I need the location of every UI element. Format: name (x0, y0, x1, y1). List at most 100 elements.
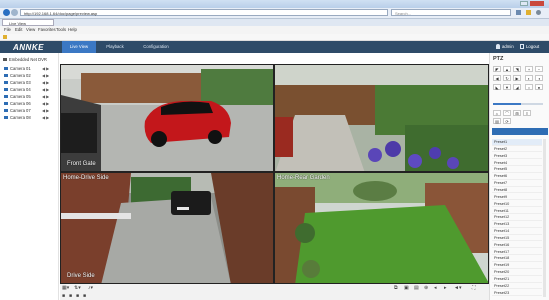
preset-item[interactable]: Preset2 (492, 146, 542, 153)
camera-item[interactable]: Camera 04 ◀▶ (4, 87, 49, 93)
menu-icon[interactable]: ≡ (523, 110, 531, 116)
camera-item[interactable]: Camera 08 ◀▶ (4, 115, 49, 121)
ptz-down-left-button[interactable]: ◣ (493, 84, 501, 90)
preset-item[interactable]: Preset8 (492, 187, 542, 194)
preset-item[interactable]: Preset10 (492, 201, 542, 208)
preset-item[interactable]: Preset7 (492, 180, 542, 187)
home-icon[interactable] (516, 10, 521, 15)
preset-item[interactable]: Preset6 (492, 173, 542, 180)
video-tile-rear-garden[interactable]: Home-Rear Garden (274, 172, 489, 284)
layout-16-icon[interactable]: ■ (83, 293, 86, 299)
layout-1-icon[interactable]: ■ (62, 293, 65, 299)
wiper-icon[interactable]: ⌒ (503, 110, 511, 116)
preset-item[interactable]: Preset1 (492, 139, 542, 146)
search-input[interactable]: Search... (391, 9, 511, 16)
stream-icon[interactable]: ⇅▾ (74, 285, 81, 291)
camera-controls-icon[interactable]: ◀▶ (42, 73, 50, 78)
preset-item[interactable]: Preset22 (492, 283, 542, 290)
ptz-speed-slider[interactable] (493, 103, 543, 105)
camera-controls-icon[interactable]: ◀▶ (42, 87, 50, 92)
capture-icon[interactable]: ▣ (404, 285, 409, 291)
camera-item[interactable]: Camera 06 ◀▶ (4, 101, 49, 107)
preset-item[interactable]: Preset18 (492, 255, 542, 262)
record-icon[interactable]: ▤ (414, 285, 419, 291)
browser-tab[interactable]: Live View (2, 19, 54, 26)
ptz-up-button[interactable]: ▲ (503, 66, 511, 72)
zoom-icon[interactable]: ⊕ (424, 285, 428, 291)
volume-icon[interactable]: ♪▾ (88, 285, 93, 291)
preset-scrollbar[interactable] (543, 139, 546, 297)
tab-live-view[interactable]: Live View (62, 41, 96, 53)
camera-controls-icon[interactable]: ◀▶ (42, 101, 50, 106)
gear-icon[interactable] (536, 10, 541, 15)
layout-9-icon[interactable]: ■ (76, 293, 79, 299)
zoom-in-button[interactable]: + (525, 66, 533, 72)
camera-item[interactable]: Camera 05 ◀▶ (4, 94, 49, 100)
preset-tab-icon[interactable]: ▤ (493, 118, 501, 124)
preset-item[interactable]: Preset5 (492, 166, 542, 173)
preset-item[interactable]: Preset16 (492, 242, 542, 249)
menu-favorites[interactable]: Favorites (38, 27, 56, 32)
preset-item[interactable]: Preset20 (492, 269, 542, 276)
device-node[interactable]: Embedded Net DVR (3, 57, 47, 62)
preset-item[interactable]: Preset13 (492, 221, 542, 228)
fullscreen-icon[interactable]: ⛶ (472, 285, 476, 291)
menu-help[interactable]: Help (68, 27, 77, 32)
preset-item[interactable]: Preset12 (492, 214, 542, 221)
ptz-up-right-button[interactable]: ◥ (513, 66, 521, 72)
layout-4-icon[interactable]: ■ (69, 293, 72, 299)
iris-open-button[interactable]: ○ (525, 84, 533, 90)
ptz-left-button[interactable]: ◀ (493, 75, 501, 81)
tab-playback[interactable]: Playback (98, 41, 132, 53)
favorites-icon[interactable] (526, 10, 531, 15)
camera-controls-icon[interactable]: ◀▶ (42, 66, 50, 71)
patrol-tab-icon[interactable]: ⟳ (503, 118, 511, 124)
ptz-auto-button[interactable]: ↻ (503, 75, 511, 81)
menu-file[interactable]: File (4, 27, 11, 32)
camera-item[interactable]: Camera 02 ◀▶ (4, 73, 49, 79)
iris-close-button[interactable]: ● (535, 84, 543, 90)
preset-item[interactable]: Preset19 (492, 262, 542, 269)
layout-icon[interactable]: ▦▾ (62, 285, 69, 291)
light-icon[interactable]: ☼ (493, 110, 501, 116)
zoom-3d-icon[interactable]: ⊞ (513, 110, 521, 116)
audio-icon[interactable]: ◄▾ (454, 285, 461, 291)
preset-item[interactable]: Preset9 (492, 194, 542, 201)
video-tile-drive-side[interactable]: Home-Drive Side Drive Side (60, 172, 274, 284)
stop-all-icon[interactable]: ⧉ (394, 285, 398, 291)
menu-view[interactable]: View (26, 27, 35, 32)
camera-controls-icon[interactable]: ◀▶ (42, 108, 50, 113)
prev-page-icon[interactable]: ◂ (434, 285, 437, 291)
menu-tools[interactable]: Tools (56, 27, 66, 32)
forward-button[interactable] (11, 9, 18, 16)
camera-item[interactable]: Camera 07 ◀▶ (4, 108, 49, 114)
ptz-down-right-button[interactable]: ◢ (513, 84, 521, 90)
logout-link[interactable]: Logout (526, 44, 539, 49)
back-button[interactable] (3, 9, 10, 16)
camera-controls-icon[interactable]: ◀▶ (42, 94, 50, 99)
menu-edit[interactable]: Edit (15, 27, 22, 32)
ptz-right-button[interactable]: ▶ (513, 75, 521, 81)
favorite-star-icon[interactable] (3, 35, 7, 39)
preset-item[interactable]: Preset14 (492, 228, 542, 235)
ptz-down-button[interactable]: ▼ (503, 84, 511, 90)
preset-item[interactable]: Preset4 (492, 160, 542, 167)
next-page-icon[interactable]: ▸ (444, 285, 447, 291)
focus-near-button[interactable]: ◐ (525, 75, 533, 81)
camera-item[interactable]: Camera 03 ◀▶ (4, 80, 49, 86)
tab-configuration[interactable]: Configuration (134, 41, 178, 53)
video-tile-garden-path[interactable] (274, 64, 489, 172)
camera-item[interactable]: Camera 01 ◀▶ (4, 66, 49, 72)
ptz-up-left-button[interactable]: ◤ (493, 66, 501, 72)
preset-item[interactable]: Preset21 (492, 276, 542, 283)
minimize-button[interactable] (520, 1, 528, 6)
camera-controls-icon[interactable]: ◀▶ (42, 80, 50, 85)
preset-item[interactable]: Preset17 (492, 249, 542, 256)
zoom-out-button[interactable]: − (535, 66, 543, 72)
preset-item[interactable]: Preset3 (492, 153, 542, 160)
close-button[interactable] (530, 1, 544, 6)
preset-item[interactable]: Preset23 (492, 290, 542, 297)
focus-far-button[interactable]: ◑ (535, 75, 543, 81)
url-input[interactable]: http://192.168.1.64/doc/page/preview.asp (20, 9, 388, 16)
preset-item[interactable]: Preset15 (492, 235, 542, 242)
